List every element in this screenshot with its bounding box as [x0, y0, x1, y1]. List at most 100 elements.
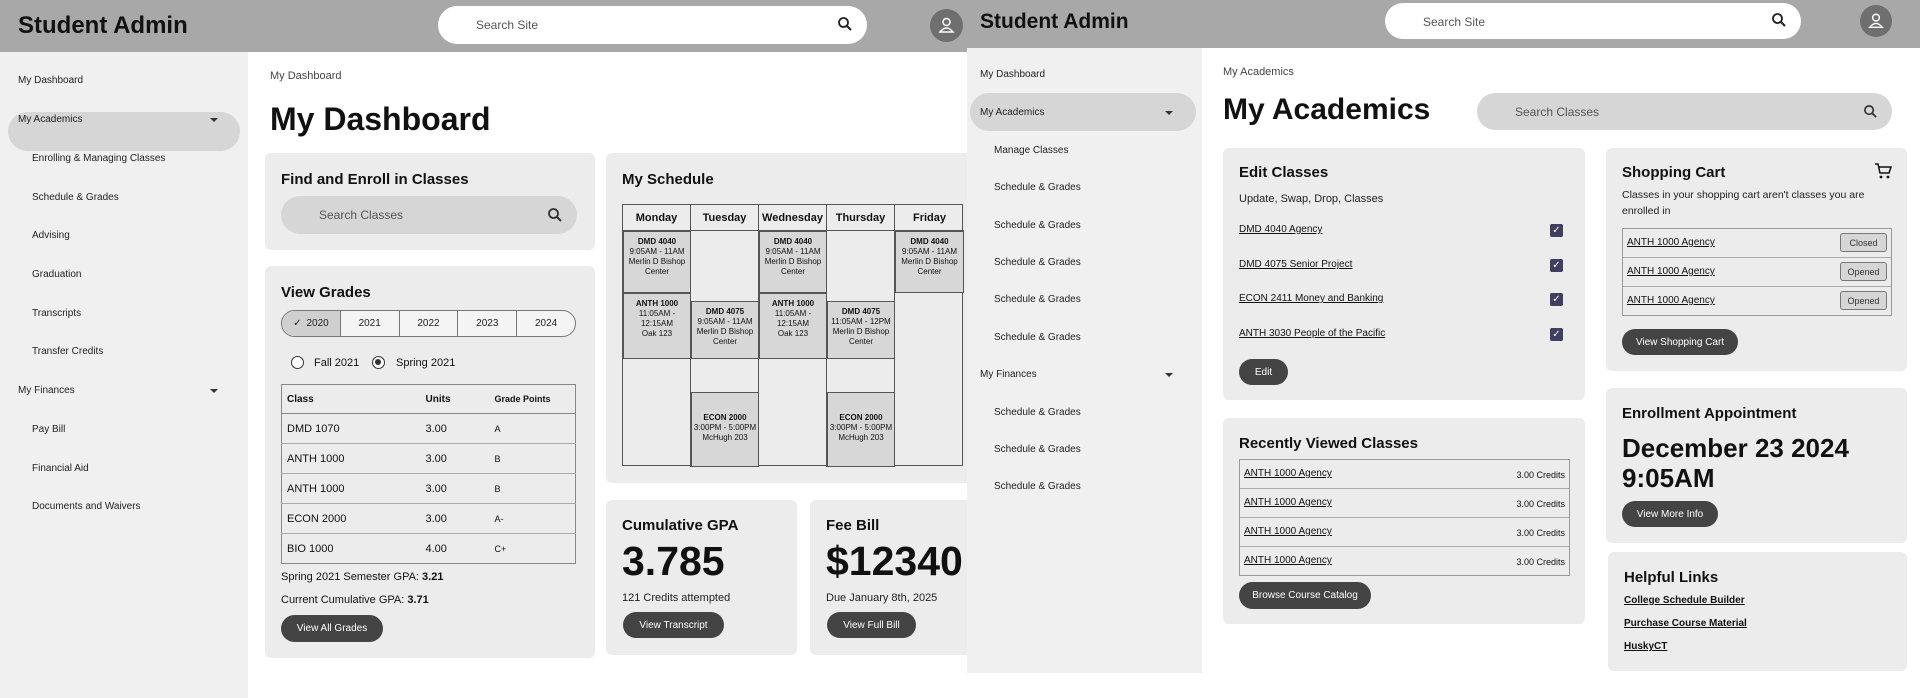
view-all-grades-button[interactable]: View All Grades — [281, 615, 383, 642]
checkbox[interactable]: ✓ — [1550, 293, 1563, 306]
column-header: Class — [281, 384, 421, 414]
year-tab-2023[interactable]: 2023 — [458, 311, 518, 336]
sidebar-item-manage-classes[interactable]: Manage Classes — [994, 145, 1068, 156]
class-link[interactable]: ANTH 1000 Agency — [1244, 555, 1332, 566]
sidebar-item-documents-waivers[interactable]: Documents and Waivers — [32, 501, 141, 512]
card-title: Shopping Cart — [1622, 164, 1726, 181]
sidebar-item-my-finances[interactable]: My Finances — [18, 385, 75, 396]
sidebar-item-enrolling[interactable]: Enrolling & Managing Classes — [32, 153, 165, 164]
search-icon[interactable] — [837, 16, 853, 32]
year-tab-2024[interactable]: 2024 — [517, 311, 575, 336]
helpful-link[interactable]: Purchase Course Material — [1624, 618, 1747, 629]
class-search-input[interactable]: Search Classes — [1477, 93, 1892, 130]
sidebar-item-graduation[interactable]: Graduation — [32, 269, 81, 280]
class-link[interactable]: ECON 2411 Money and Banking — [1239, 293, 1383, 304]
class-link[interactable]: DMD 4075 Senior Project — [1239, 259, 1352, 270]
sidebar-item-schedule-grades[interactable]: Schedule & Grades — [994, 481, 1081, 492]
edit-button[interactable]: Edit — [1239, 359, 1288, 385]
site-search-input[interactable]: Search Site — [1385, 3, 1801, 39]
view-more-info-button[interactable]: View More Info — [1622, 501, 1718, 527]
sidebar-item-financial-aid[interactable]: Financial Aid — [32, 463, 89, 474]
helpful-links-card: Helpful Links College Schedule Builder P… — [1608, 552, 1907, 671]
sidebar-item-transcripts[interactable]: Transcripts — [32, 308, 81, 319]
search-icon[interactable] — [1863, 104, 1878, 119]
sidebar-item-my-academics[interactable]: My Academics — [980, 107, 1044, 118]
find-enroll-card: Find and Enroll in Classes Search Classe… — [265, 153, 595, 250]
view-transcript-button[interactable]: View Transcript — [623, 612, 724, 638]
sidebar-item-my-academics[interactable]: My Academics — [18, 114, 82, 125]
class-link[interactable]: ANTH 1000 Agency — [1244, 526, 1332, 537]
schedule-event[interactable]: ECON 2000 3:00PM - 5:00PM McHugh 203 — [827, 392, 895, 467]
sidebar-item-schedule-grades[interactable]: Schedule & Grades — [994, 294, 1081, 305]
class-search-input[interactable]: Search Classes — [281, 196, 577, 234]
schedule-event[interactable]: DMD 4040 9:05AM - 11AM Merlin D Bishop Cen… — [623, 231, 691, 293]
composite-screenshot: Student Admin Search Site My Dashboard M… — [0, 0, 1920, 698]
user-avatar-icon[interactable] — [1860, 5, 1892, 37]
cell-units: 4.00 — [425, 542, 447, 555]
helpful-link[interactable]: College Schedule Builder — [1624, 595, 1745, 606]
cell-grade: C+ — [494, 543, 507, 554]
sidebar-item-schedule-grades[interactable]: Schedule & Grades — [994, 332, 1081, 343]
class-link[interactable]: ANTH 1000 Agency — [1627, 237, 1715, 248]
sidebar-item-pay-bill[interactable]: Pay Bill — [32, 424, 65, 435]
schedule-event[interactable]: DMD 4075 11:05AM - 12PM Merlin D Bishop Ce… — [827, 301, 895, 359]
checkbox[interactable]: ✓ — [1550, 259, 1563, 272]
sidebar-item-schedule-grades[interactable]: Schedule & Grades — [994, 444, 1081, 455]
event-course: ECON 2000 — [703, 413, 747, 422]
schedule-event[interactable]: ANTH 1000 11:05AM - 12:15AM Oak 123 — [759, 293, 827, 359]
sidebar-item-transfer-credits[interactable]: Transfer Credits — [32, 346, 103, 357]
user-avatar-icon[interactable] — [930, 9, 963, 42]
view-shopping-cart-button[interactable]: View Shopping Cart — [1622, 329, 1738, 355]
dashboard-screen: Student Admin Search Site My Dashboard M… — [0, 0, 967, 698]
view-full-bill-button[interactable]: View Full Bill — [827, 612, 916, 638]
sidebar-item-schedule-grades[interactable]: Schedule & Grades — [994, 220, 1081, 231]
table-row: ECON 2000 3.00 A- — [281, 503, 576, 534]
search-icon[interactable] — [1771, 12, 1787, 28]
chevron-down-icon[interactable] — [1165, 373, 1173, 377]
chevron-down-icon[interactable] — [210, 389, 218, 393]
sidebar-item-schedule-grades[interactable]: Schedule & Grades — [994, 407, 1081, 418]
schedule-event[interactable]: DMD 4040 9:05AM - 11AM Merlin D Bishop Cen… — [895, 231, 964, 293]
site-search-input[interactable]: Search Site — [438, 6, 867, 44]
shopping-cart-icon[interactable] — [1874, 162, 1892, 180]
class-link[interactable]: ANTH 1000 Agency — [1627, 295, 1715, 306]
browse-course-catalog-button[interactable]: Browse Course Catalog — [1239, 582, 1371, 609]
sidebar-item-my-dashboard[interactable]: My Dashboard — [980, 69, 1045, 80]
sidebar-item-my-finances[interactable]: My Finances — [980, 369, 1037, 380]
table-row: ANTH 1000 Agency 3.00 Credits — [1240, 489, 1569, 518]
sidebar-item-my-dashboard[interactable]: My Dashboard — [18, 75, 83, 86]
card-subtitle: Update, Swap, Drop, Classes — [1239, 193, 1384, 205]
schedule-event[interactable]: DMD 4040 9:05AM - 11AM Merlin D Bishop Cen… — [759, 231, 827, 293]
status-badge: Opened — [1840, 262, 1887, 281]
class-link[interactable]: ANTH 1000 Agency — [1627, 266, 1715, 277]
cell-class: ANTH 1000 — [281, 473, 421, 504]
chevron-down-icon[interactable] — [1165, 111, 1173, 115]
schedule-event[interactable]: DMD 4075 9:05AM - 11AM Merlin D Bishop Cen… — [691, 301, 759, 359]
class-link[interactable]: DMD 4040 Agency — [1239, 224, 1322, 235]
checkbox[interactable]: ✓ — [1550, 224, 1563, 237]
card-subtitle: Classes in your shopping cart aren't cla… — [1622, 189, 1865, 217]
schedule-event[interactable]: ECON 2000 3:00PM - 5:00PM McHugh 203 — [691, 392, 759, 467]
term-radio-fall[interactable] — [291, 356, 304, 369]
class-link[interactable]: ANTH 3030 People of the Pacific — [1239, 328, 1385, 339]
app-title: Student Admin — [980, 10, 1129, 33]
sidebar-item-advising[interactable]: Advising — [32, 230, 70, 241]
chevron-down-icon[interactable] — [210, 118, 218, 122]
table-row: ANTH 1000 Agency 3.00 Credits — [1240, 460, 1569, 489]
term-radio-spring[interactable] — [372, 356, 385, 369]
sidebar-item-schedule-grades[interactable]: Schedule & Grades — [32, 192, 119, 203]
helpful-link[interactable]: HuskyCT — [1624, 641, 1667, 652]
year-tab-2020[interactable]: ✓ 2020 — [282, 311, 341, 336]
table-row: ANTH 1000 3.00 B — [281, 443, 576, 474]
breadcrumb[interactable]: My Academics — [1223, 66, 1294, 78]
schedule-event[interactable]: ANTH 1000 11:05AM - 12:15AM Oak 123 — [623, 293, 691, 359]
sidebar-item-schedule-grades[interactable]: Schedule & Grades — [994, 257, 1081, 268]
class-link[interactable]: ANTH 1000 Agency — [1244, 468, 1332, 479]
sidebar-item-schedule-grades[interactable]: Schedule & Grades — [994, 182, 1081, 193]
year-tab-2022[interactable]: 2022 — [400, 311, 459, 336]
year-tab-2021[interactable]: 2021 — [341, 311, 400, 336]
breadcrumb[interactable]: My Dashboard — [270, 70, 342, 82]
checkbox[interactable]: ✓ — [1550, 328, 1563, 341]
class-link[interactable]: ANTH 1000 Agency — [1244, 497, 1332, 508]
search-icon[interactable] — [547, 207, 563, 223]
